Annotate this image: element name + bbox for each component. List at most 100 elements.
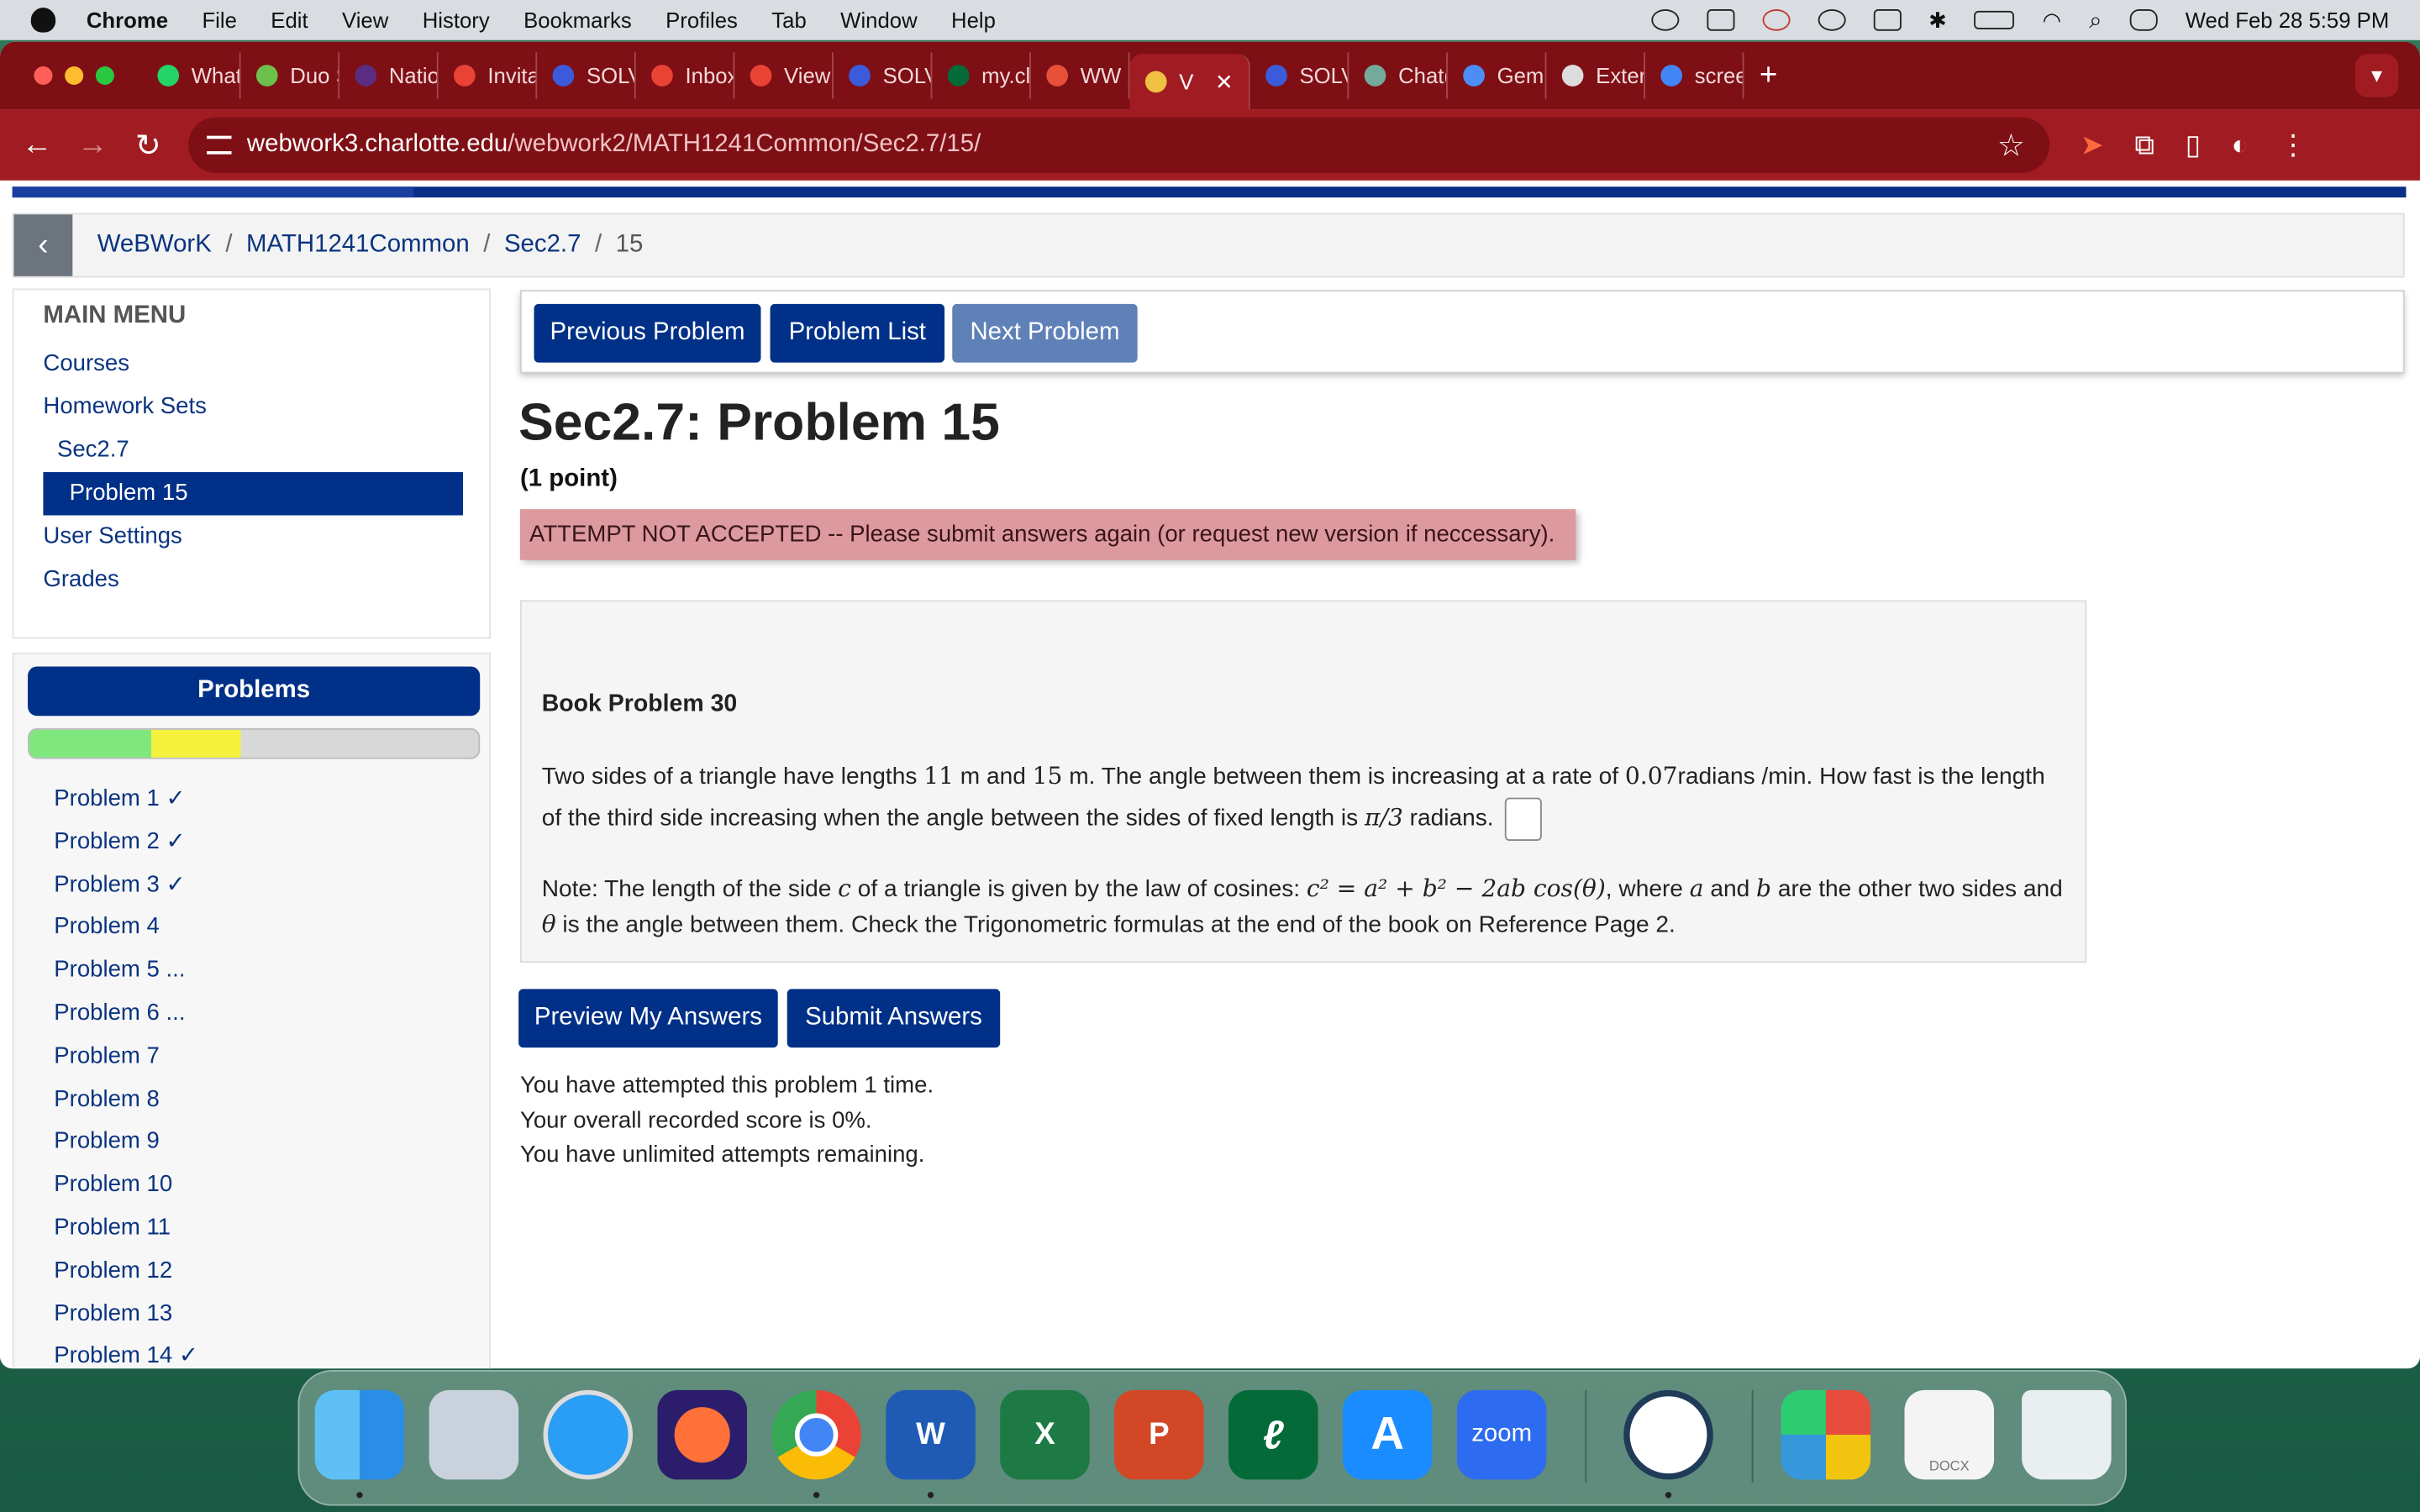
tab[interactable]: Chat( — [1349, 52, 1448, 99]
menu-window[interactable]: Window — [840, 8, 917, 32]
tab[interactable]: What — [142, 52, 241, 99]
docx-file-icon[interactable]: DOCX — [1904, 1389, 1995, 1480]
problem-list-item[interactable]: Problem 1 ✓ — [28, 778, 480, 821]
next-problem-button[interactable]: Next Problem — [952, 303, 1138, 363]
stack-folder-icon[interactable] — [1781, 1389, 1871, 1480]
problem-list-item[interactable]: Problem 7 — [28, 1035, 480, 1078]
excel-icon[interactable]: X — [1000, 1389, 1090, 1480]
app-store-icon[interactable]: A — [1342, 1389, 1433, 1480]
menu-item-current-problem[interactable]: Problem 15 — [43, 472, 464, 516]
menu-help[interactable]: Help — [951, 8, 996, 32]
openai-icon[interactable] — [1817, 9, 1845, 31]
problem-list-item[interactable]: Problem 8 — [28, 1078, 480, 1121]
tab[interactable]: Gemi — [1448, 52, 1547, 99]
problem-list-item[interactable]: Problem 2 ✓ — [28, 821, 480, 864]
sidebar-toggle-chevron-icon[interactable]: ‹ — [13, 214, 73, 276]
problem-list-item[interactable]: Problem 9 — [28, 1121, 480, 1163]
powerpoint-icon[interactable]: P — [1114, 1389, 1204, 1480]
menu-file[interactable]: File — [202, 8, 236, 32]
reload-icon[interactable]: ↻ — [120, 126, 176, 165]
breadcrumb-root[interactable]: WeBWorK — [97, 232, 212, 260]
tab[interactable]: View — [734, 52, 834, 99]
apple-icon[interactable] — [30, 8, 56, 33]
problem-list-item[interactable]: Problem 11 — [28, 1206, 480, 1249]
problem-list-button[interactable]: Problem List — [770, 303, 945, 363]
charlotte-app-icon[interactable] — [1706, 9, 1734, 31]
answer-input[interactable] — [1504, 797, 1543, 842]
tab[interactable]: my.cl — [932, 52, 1031, 99]
address-bar[interactable]: webwork3.charlotte.edu/webwork2/MATH1241… — [188, 117, 2050, 173]
problem-list-item[interactable]: Problem 5 ... — [28, 949, 480, 992]
bluetooth-icon[interactable]: ✱ — [1928, 7, 1947, 33]
tab[interactable]: SOLV — [537, 52, 636, 99]
charlotte-app-dock-icon[interactable]: ℓ — [1228, 1389, 1318, 1480]
menu-item-user-settings[interactable]: User Settings — [14, 515, 490, 558]
forward-arrow-icon[interactable]: → — [65, 128, 120, 163]
tab[interactable]: SOLV — [834, 52, 933, 99]
problems-panel-title[interactable]: Problems — [28, 666, 481, 717]
battery-icon[interactable] — [1974, 10, 2015, 29]
problem-list-item[interactable]: Problem 4 — [28, 906, 480, 949]
profile-avatar-icon[interactable]: ◐ — [2232, 129, 2249, 161]
menu-profiles[interactable]: Profiles — [666, 8, 738, 32]
menu-item-homework-sets[interactable]: Homework Sets — [14, 386, 490, 428]
menu-view[interactable]: View — [342, 8, 388, 32]
site-info-icon[interactable] — [207, 135, 232, 155]
breadcrumb-course[interactable]: MATH1241Common — [246, 232, 470, 260]
tab-search-chevron-icon[interactable]: ▼ — [2354, 54, 2399, 97]
minimize-window-button[interactable] — [65, 66, 84, 86]
finder-icon[interactable] — [314, 1389, 405, 1480]
menu-item-courses[interactable]: Courses — [14, 343, 490, 386]
tab[interactable]: Duo S — [241, 52, 340, 99]
trash-icon[interactable] — [2022, 1389, 2112, 1480]
bookmark-star-icon[interactable]: ☆ — [1997, 126, 2025, 165]
side-panel-icon[interactable]: ▯ — [2186, 129, 2201, 161]
menu-item-grades[interactable]: Grades — [14, 559, 490, 601]
problem-list-item[interactable]: Problem 12 — [28, 1249, 480, 1292]
tab[interactable]: Exter — [1546, 52, 1645, 99]
problem-list-item[interactable]: Problem 13 — [28, 1292, 480, 1335]
word-icon[interactable]: W — [886, 1389, 976, 1480]
close-window-button[interactable] — [34, 66, 53, 86]
firefox-icon[interactable] — [657, 1389, 747, 1480]
problem-list-item[interactable]: Problem 14 ✓ — [28, 1335, 480, 1369]
tab[interactable]: scree — [1645, 52, 1744, 99]
submit-answers-button[interactable]: Submit Answers — [786, 989, 1001, 1048]
new-tab-button[interactable]: + — [1760, 58, 1777, 93]
menubar-clock[interactable]: Wed Feb 28 5:59 PM — [2186, 8, 2390, 32]
menu-app-name[interactable]: Chrome — [87, 8, 168, 32]
menu-tab[interactable]: Tab — [771, 8, 806, 32]
zoom-window-button[interactable] — [95, 66, 114, 86]
zoom-icon[interactable]: zoom — [1456, 1389, 1547, 1480]
chrome-menu-icon[interactable]: ⋮ — [2279, 129, 2307, 161]
spotlight-search-icon[interactable]: ⌕ — [2089, 7, 2102, 33]
tab[interactable]: Inbox — [636, 52, 735, 99]
menu-edit[interactable]: Edit — [271, 8, 308, 32]
tab-active[interactable]: V ✕ — [1129, 54, 1250, 110]
extensions-puzzle-icon[interactable]: ⧉ — [2134, 129, 2154, 161]
keyboard-icon[interactable] — [1873, 9, 1902, 31]
tab[interactable]: Natio — [339, 52, 439, 99]
tab[interactable]: SOLV — [1250, 52, 1349, 99]
breadcrumb-set[interactable]: Sec2.7 — [504, 232, 581, 260]
back-arrow-icon[interactable]: ← — [9, 128, 65, 163]
launchpad-icon[interactable] — [429, 1389, 519, 1480]
wifi-icon[interactable]: ◠ — [2043, 7, 2061, 33]
menu-item-set[interactable]: Sec2.7 — [14, 429, 490, 472]
cast-icon[interactable] — [1761, 9, 1790, 31]
creative-cloud-icon[interactable] — [1650, 9, 1679, 31]
problem-list-item[interactable]: Problem 6 ... — [28, 992, 480, 1035]
problem-list-item[interactable]: Problem 3 ✓ — [28, 864, 480, 906]
safari-icon[interactable] — [543, 1389, 634, 1480]
close-tab-icon[interactable]: ✕ — [1215, 69, 1234, 95]
menu-history[interactable]: History — [423, 8, 490, 32]
menu-bookmarks[interactable]: Bookmarks — [523, 8, 632, 32]
tab[interactable]: WW 2 — [1031, 52, 1130, 99]
preview-answers-button[interactable]: Preview My Answers — [518, 989, 778, 1048]
control-center-icon[interactable] — [2129, 9, 2158, 31]
webex-icon[interactable] — [1623, 1389, 1713, 1480]
extension-arrow-icon[interactable]: ➤ — [2081, 129, 2104, 161]
tab[interactable]: Invita — [439, 52, 538, 99]
chrome-icon[interactable] — [771, 1389, 861, 1480]
problem-list-item[interactable]: Problem 10 — [28, 1163, 480, 1206]
